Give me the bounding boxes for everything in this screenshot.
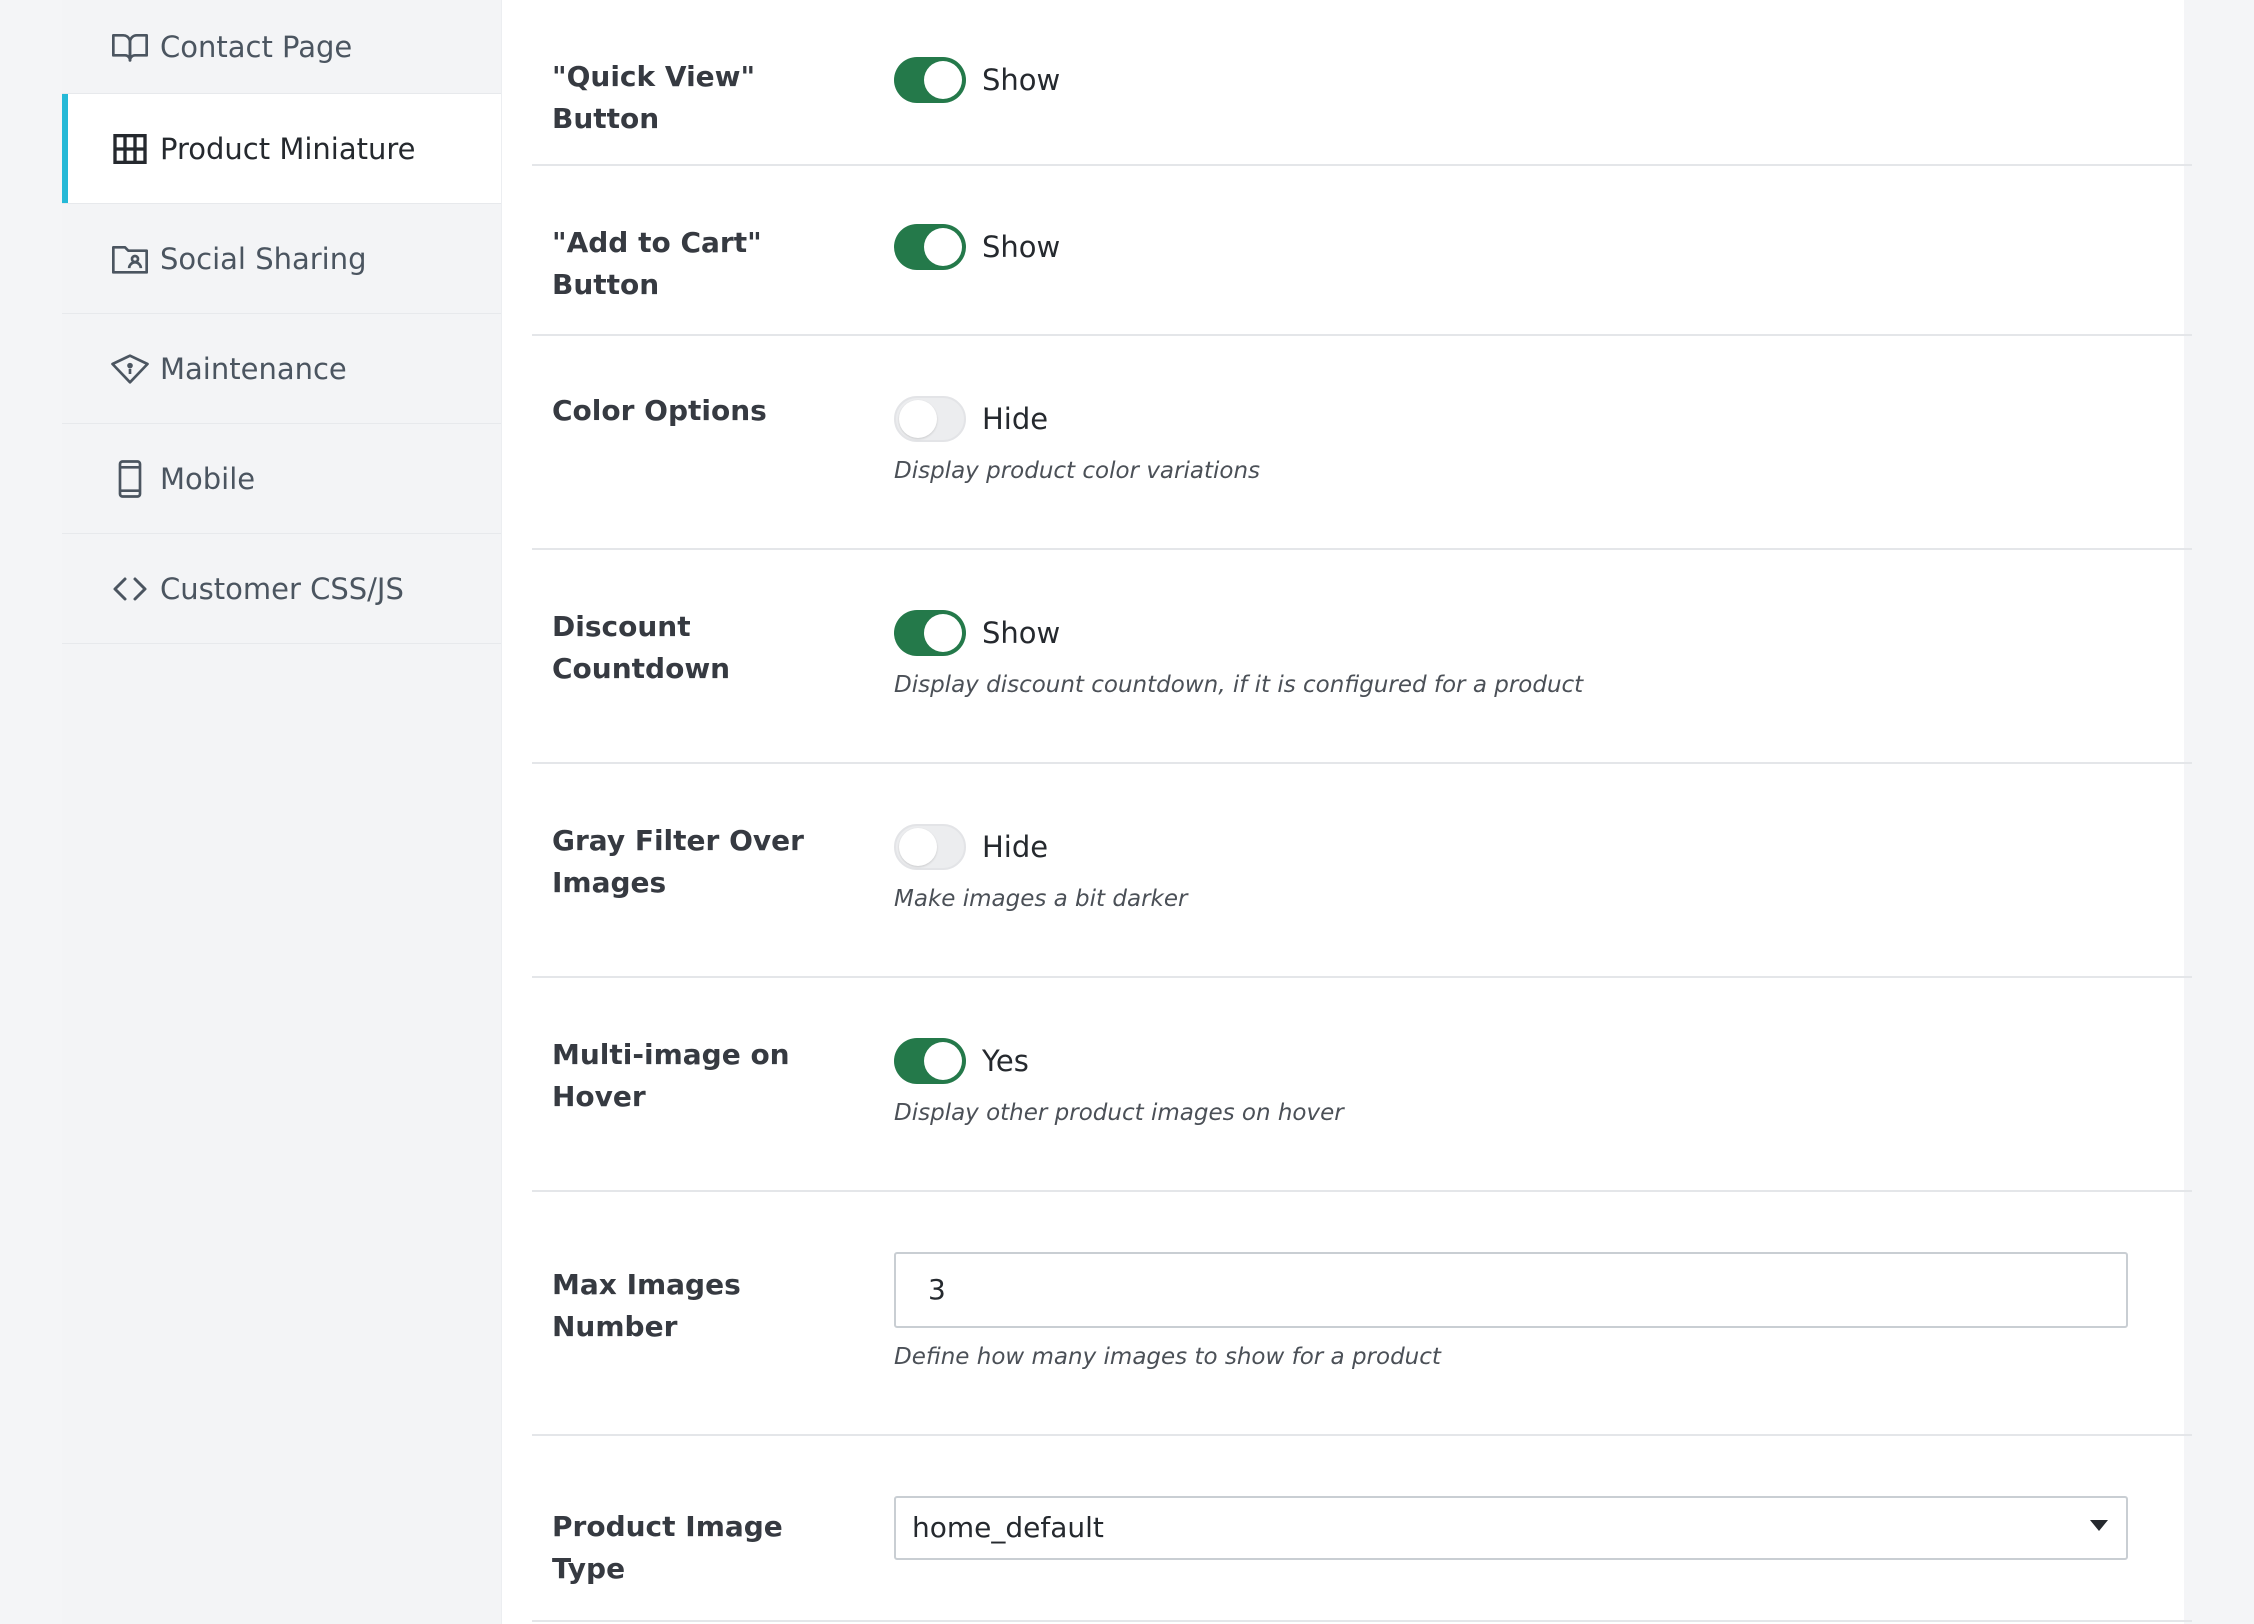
toggle-state-text: Show xyxy=(982,230,1061,264)
quick-view-toggle-group: Show xyxy=(894,57,1060,103)
setting-row-add-to-cart: "Add to Cart" Button Show xyxy=(532,166,2192,336)
setting-help-text: Define how many images to show for a pro… xyxy=(894,1344,1441,1370)
product-image-type-select[interactable]: home_default xyxy=(894,1496,2128,1560)
toggle-state-text: Hide xyxy=(982,402,1049,436)
multi-image-toggle-group: Yes xyxy=(894,1038,1029,1084)
toggle-state-text: Show xyxy=(982,616,1061,650)
setting-row-quick-view: "Quick View" Button Show xyxy=(532,0,2192,166)
sidebar: Contact Page Product Miniature Social Sh… xyxy=(62,0,502,1624)
setting-row-image-type: Product Image Type home_default xyxy=(532,1436,2192,1622)
color-options-toggle-group: Hide xyxy=(894,396,1048,442)
toggle-state-text: Show xyxy=(982,63,1061,97)
app-frame: Contact Page Product Miniature Social Sh… xyxy=(0,0,2254,1624)
setting-row-gray-filter: Gray Filter Over Images Hide Make images… xyxy=(532,764,2192,978)
discount-countdown-toggle-group: Show xyxy=(894,610,1060,656)
sidebar-item-label: Social Sharing xyxy=(160,241,367,276)
folder-user-icon xyxy=(110,239,150,279)
sidebar-item-mobile[interactable]: Mobile xyxy=(62,424,501,534)
add-to-cart-toggle-group: Show xyxy=(894,224,1060,270)
setting-help-text: Make images a bit darker xyxy=(894,886,1188,912)
sidebar-item-label: Customer CSS/JS xyxy=(160,571,404,606)
toggle-state-text: Yes xyxy=(982,1044,1029,1078)
setting-row-discount-countdown: Discount Countdown Show Display discount… xyxy=(532,550,2192,764)
sidebar-item-product-miniature[interactable]: Product Miniature xyxy=(62,94,501,204)
setting-label: Product Image Type xyxy=(552,1510,783,1585)
gray-filter-toggle[interactable] xyxy=(894,824,966,870)
sidebar-item-label: Contact Page xyxy=(160,29,353,64)
setting-row-max-images: Max Images Number 3 Define how many imag… xyxy=(532,1192,2192,1436)
toggle-state-text: Hide xyxy=(982,830,1049,864)
book-open-icon xyxy=(110,27,150,67)
quick-view-toggle[interactable] xyxy=(894,57,966,103)
setting-label: Max Images Number xyxy=(552,1268,741,1343)
eye-icon xyxy=(110,349,150,389)
setting-help-text: Display other product images on hover xyxy=(894,1100,1344,1126)
phone-icon xyxy=(110,459,150,499)
setting-label: "Add to Cart" Button xyxy=(552,226,762,301)
sidebar-item-contact-page[interactable]: Contact Page xyxy=(62,0,501,94)
max-images-input[interactable]: 3 xyxy=(894,1252,2128,1328)
sidebar-item-customer-css-js[interactable]: Customer CSS/JS xyxy=(62,534,501,644)
setting-label: Multi-image on Hover xyxy=(552,1038,790,1113)
setting-label: "Quick View" Button xyxy=(552,60,756,135)
setting-help-text: Display discount countdown, if it is con… xyxy=(894,672,1584,698)
settings-card: Contact Page Product Miniature Social Sh… xyxy=(62,0,2192,1624)
code-icon xyxy=(110,569,150,609)
gray-filter-toggle-group: Hide xyxy=(894,824,1048,870)
color-options-toggle[interactable] xyxy=(894,396,966,442)
setting-row-color-options: Color Options Hide Display product color… xyxy=(532,336,2192,550)
sidebar-item-maintenance[interactable]: Maintenance xyxy=(62,314,501,424)
sidebar-item-label: Product Miniature xyxy=(160,131,416,166)
add-to-cart-toggle[interactable] xyxy=(894,224,966,270)
discount-countdown-toggle[interactable] xyxy=(894,610,966,656)
setting-row-multi-image: Multi-image on Hover Yes Display other p… xyxy=(532,978,2192,1192)
sidebar-item-label: Mobile xyxy=(160,461,256,496)
setting-label: Color Options xyxy=(552,394,767,427)
setting-label: Discount Countdown xyxy=(552,610,731,685)
setting-help-text: Display product color variations xyxy=(894,458,1261,484)
caret-down-icon xyxy=(2090,1520,2108,1531)
grid-icon xyxy=(110,129,150,169)
sidebar-item-social-sharing[interactable]: Social Sharing xyxy=(62,204,501,314)
settings-form: "Quick View" Button Show "Add to Cart" B… xyxy=(532,0,2192,1624)
select-value: home_default xyxy=(912,1511,1104,1544)
sidebar-item-label: Maintenance xyxy=(160,351,347,386)
multi-image-toggle[interactable] xyxy=(894,1038,966,1084)
setting-label: Gray Filter Over Images xyxy=(552,824,804,899)
